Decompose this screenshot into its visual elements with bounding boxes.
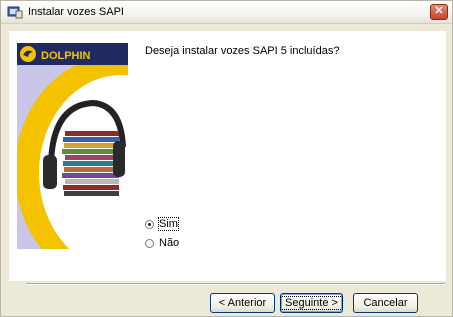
back-button[interactable]: < Anterior xyxy=(210,293,275,313)
option-sim[interactable]: Sim xyxy=(145,217,179,231)
close-button[interactable]: ✕ xyxy=(430,4,448,20)
next-button[interactable]: Seguinte > xyxy=(280,293,343,313)
cancel-button[interactable]: Cancelar xyxy=(353,293,418,313)
option-nao[interactable]: Não xyxy=(145,236,179,250)
radio-sim[interactable] xyxy=(145,219,154,229)
installer-icon xyxy=(7,6,23,19)
title-bar[interactable]: Instalar vozes SAPI ✕ xyxy=(1,1,452,24)
banner-illustration: DOLPHIN xyxy=(17,43,128,249)
option-sim-label[interactable]: Sim xyxy=(158,217,179,231)
install-question: Deseja instalar vozes SAPI 5 incluídas? xyxy=(145,45,340,57)
button-separator xyxy=(26,283,445,285)
cancel-button-label: Cancelar xyxy=(363,297,408,309)
back-button-label: < Anterior xyxy=(218,297,267,309)
dolphin-banner: DOLPHIN xyxy=(17,43,128,249)
installer-window: Instalar vozes SAPI ✕ DOLPHIN Deseja ins… xyxy=(0,0,453,317)
window-title: Instalar vozes SAPI xyxy=(28,6,124,18)
close-icon: ✕ xyxy=(434,5,444,17)
banner-logo-text: DOLPHIN xyxy=(41,50,91,62)
option-nao-label[interactable]: Não xyxy=(159,237,179,249)
next-button-label: Seguinte > xyxy=(280,296,343,310)
radio-nao[interactable] xyxy=(145,238,154,248)
